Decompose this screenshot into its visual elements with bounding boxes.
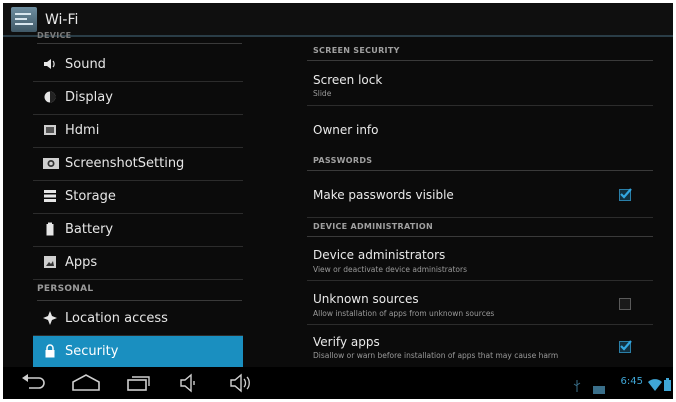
system-nav-bar: 6:45: [3, 367, 673, 399]
pref-owner-info[interactable]: Owner info: [307, 107, 653, 151]
pref-verify-apps[interactable]: Verify apps Disallow or warn before inst…: [307, 326, 653, 366]
sidebar-item-label: Hdmi: [65, 123, 100, 138]
category-header-personal: PERSONAL: [37, 282, 242, 301]
battery-icon: [43, 222, 57, 236]
pref-title: Verify apps: [313, 335, 380, 349]
sidebar-item-screenshotsetting[interactable]: ScreenshotSetting: [33, 148, 243, 181]
pref-summary: Slide: [313, 89, 332, 98]
section-header-screen-security: SCREEN SECURITY: [307, 43, 653, 61]
sidebar-item-location-access[interactable]: Location access: [33, 303, 243, 336]
sidebar-item-sound[interactable]: Sound: [33, 49, 243, 82]
settings-category-list: DEVICE Sound Display Hdmi ScreenshotSett…: [3, 31, 293, 368]
sidebar-item-display[interactable]: Display: [33, 82, 243, 115]
speaker-icon: [43, 57, 57, 71]
brightness-icon: [43, 90, 57, 104]
sidebar-item-battery[interactable]: Battery: [33, 214, 243, 247]
lock-icon: [43, 344, 57, 358]
pref-device-administrators[interactable]: Device administrators View or deactivate…: [307, 238, 653, 281]
pref-make-passwords-visible[interactable]: Make passwords visible: [307, 172, 653, 218]
back-icon[interactable]: [21, 373, 47, 397]
sidebar-item-label: Security: [65, 344, 119, 359]
volume-up-icon[interactable]: [229, 373, 255, 397]
pref-title: Make passwords visible: [313, 188, 454, 202]
pref-summary: View or deactivate device administrators: [313, 265, 467, 274]
security-settings-panel: SCREEN SECURITY Screen lock Slide Owner …: [307, 37, 657, 367]
home-icon[interactable]: [71, 373, 101, 397]
sidebar-item-apps[interactable]: Apps: [33, 247, 243, 280]
pref-unknown-sources[interactable]: Unknown sources Allow installation of ap…: [307, 282, 653, 325]
section-header-device-administration: DEVICE ADMINISTRATION: [307, 219, 653, 237]
apps-icon: [43, 255, 57, 269]
pref-summary: Disallow or warn before installation of …: [313, 351, 559, 360]
sidebar-item-label: Apps: [65, 255, 98, 270]
sidebar-item-label: Sound: [65, 57, 106, 72]
sidebar-item-storage[interactable]: Storage: [33, 181, 243, 214]
pref-title: Owner info: [313, 123, 379, 137]
unknown-sources-checkbox[interactable]: [619, 298, 631, 310]
storage-card-icon: [593, 379, 605, 398]
sidebar-item-label: Display: [65, 90, 113, 105]
location-icon: [43, 311, 57, 325]
page-title: Wi-Fi: [45, 12, 79, 28]
make-passwords-visible-checkbox[interactable]: [619, 188, 632, 201]
verify-apps-checkbox[interactable]: [619, 340, 632, 353]
pref-title: Unknown sources: [313, 292, 419, 306]
battery-status-icon: [664, 376, 671, 395]
pref-title: Screen lock: [313, 73, 383, 87]
settings-content: DEVICE Sound Display Hdmi ScreenshotSett…: [3, 31, 673, 368]
tablet-screen: Wi-Fi DEVICE Sound Display Hdmi Screensh…: [3, 3, 673, 399]
volume-down-icon[interactable]: [179, 373, 201, 397]
sidebar-item-security[interactable]: Security: [33, 336, 243, 368]
usb-icon: [573, 377, 581, 396]
pref-title: Device administrators: [313, 248, 446, 262]
pref-summary: Allow installation of apps from unknown …: [313, 309, 495, 318]
sidebar-item-label: ScreenshotSetting: [65, 156, 185, 171]
category-header-device: DEVICE: [37, 31, 242, 44]
wifi-icon: [648, 376, 662, 395]
recents-icon[interactable]: [125, 373, 151, 397]
section-header-passwords: PASSWORDS: [307, 153, 653, 171]
hdmi-icon: [43, 123, 57, 137]
sidebar-item-label: Battery: [65, 222, 114, 237]
pref-screen-lock[interactable]: Screen lock Slide: [307, 62, 653, 106]
sidebar-item-label: Location access: [65, 311, 168, 326]
sidebar-item-label: Storage: [65, 189, 116, 204]
clock: 6:45: [620, 376, 643, 387]
settings-app-icon[interactable]: [11, 7, 37, 32]
sidebar-item-hdmi[interactable]: Hdmi: [33, 115, 243, 148]
camera-icon: [43, 156, 59, 170]
storage-icon: [43, 189, 57, 203]
